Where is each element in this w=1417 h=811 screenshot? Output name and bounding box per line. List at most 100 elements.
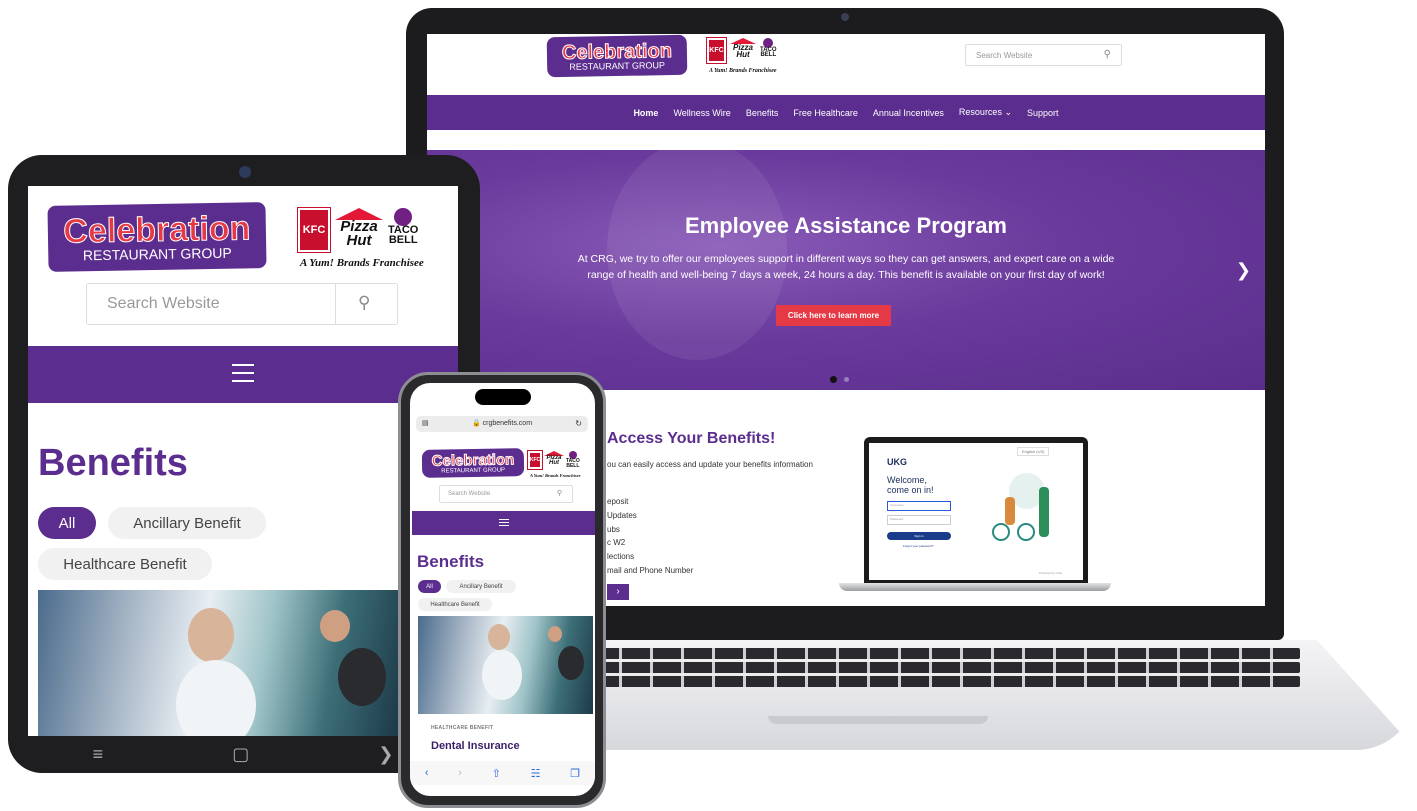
menu-icon[interactable]: ≡ xyxy=(93,744,104,765)
carousel-dot[interactable] xyxy=(844,377,849,382)
mobile-nav xyxy=(412,511,595,535)
search-icon[interactable]: ⚲ xyxy=(1104,49,1111,60)
hero-background-photo xyxy=(607,140,787,360)
back-icon[interactable]: ❯ xyxy=(378,744,393,765)
list-item: Updates xyxy=(607,510,637,520)
carousel-dot-active[interactable] xyxy=(830,376,837,383)
pizza-hut-logo: Pizza Hut xyxy=(544,451,564,467)
ukg-login-screen: UKG English (US) Welcome, come on in! Us… xyxy=(869,443,1083,580)
mobile-nav xyxy=(28,346,458,403)
nav-home[interactable]: Home xyxy=(633,108,658,118)
hamburger-menu-icon[interactable] xyxy=(232,364,254,382)
filter-chip-ancillary[interactable]: Ancillary Benefit xyxy=(108,507,266,539)
page-title: Benefits xyxy=(38,442,188,484)
search-input[interactable]: Search Website ⚲ xyxy=(965,44,1122,66)
list-item: c W2 xyxy=(607,538,626,548)
bookmarks-icon[interactable]: ☵ xyxy=(531,767,541,780)
browser-toolbar: ‹ › ⇧ ☵ ❐ xyxy=(410,761,595,785)
nav-wellness-wire[interactable]: Wellness Wire xyxy=(673,108,730,118)
site-header: Celebration RESTAURANT GROUP KFC Pizza H… xyxy=(427,34,1265,94)
ukg-laptop-base xyxy=(839,583,1111,591)
yum-brands-logos: KFC Pizza Hut TACO BELL xyxy=(706,37,777,64)
filter-chip-healthcare[interactable]: Healthcare Benefit xyxy=(38,548,212,580)
phone-screen: ▤ 🔒 crgbenefits.com ↻ Celebration RESTAU… xyxy=(410,383,595,796)
list-item: lections xyxy=(607,552,635,562)
franchisee-tagline: A Yum! Brands Franchisee xyxy=(530,473,581,478)
forgot-password-link[interactable]: Forgot your password? xyxy=(903,544,934,548)
franchisee-tagline: A Yum! Brands Franchisee xyxy=(709,68,777,74)
username-field[interactable]: Username xyxy=(887,501,951,511)
list-item: mail and Phone Number xyxy=(607,565,694,575)
search-input[interactable]: Search Website ⚲ xyxy=(439,485,573,503)
pizza-hut-logo: Pizza Hut xyxy=(730,38,756,59)
share-icon[interactable]: ⇧ xyxy=(492,767,501,780)
forward-icon[interactable]: › xyxy=(458,767,462,779)
laptop-keyboard xyxy=(560,648,1300,688)
hero-description: At CRG, we try to offer our employees su… xyxy=(577,253,1115,281)
password-field[interactable]: Password xyxy=(887,515,951,525)
home-icon[interactable]: ▢ xyxy=(232,744,249,765)
back-icon[interactable]: ‹ xyxy=(425,767,429,779)
access-more-button[interactable]: › xyxy=(607,584,629,600)
celebration-logo[interactable]: Celebration RESTAURANT GROUP xyxy=(546,34,688,78)
filter-chip-healthcare[interactable]: Healthcare Benefit xyxy=(418,598,492,611)
nav-free-healthcare[interactable]: Free Healthcare xyxy=(793,108,858,118)
language-select[interactable]: English (US) xyxy=(1017,447,1050,456)
tabs-icon[interactable]: ▤ xyxy=(422,416,429,432)
dental-benefit-image[interactable] xyxy=(38,590,398,736)
celebration-logo[interactable]: Celebration RESTAURANT GROUP xyxy=(47,202,267,272)
nav-annual-incentives[interactable]: Annual Incentives xyxy=(873,108,944,118)
tablet-camera xyxy=(239,166,251,178)
tablet-screen: Celebration RESTAURANT GROUP KFC Pizza H… xyxy=(28,186,458,736)
nav-support[interactable]: Support xyxy=(1027,108,1059,118)
reload-icon[interactable]: ↻ xyxy=(575,416,582,432)
ukg-illustration xyxy=(987,473,1067,553)
kfc-logo: KFC xyxy=(706,37,727,64)
filter-chip-all[interactable]: All xyxy=(418,580,441,593)
ukg-welcome: Welcome, come on in! xyxy=(887,475,934,495)
ukg-logo: UKG xyxy=(887,457,907,467)
main-nav: Home Wellness Wire Benefits Free Healthc… xyxy=(427,95,1265,130)
celebration-logo[interactable]: Celebration RESTAURANT GROUP xyxy=(421,448,525,478)
hamburger-menu-icon[interactable] xyxy=(499,519,509,527)
yum-brands-logos: KFC Pizza Hut TACO BELL xyxy=(527,450,580,470)
nav-resources[interactable]: Resources ⌄ xyxy=(959,107,1012,118)
access-benefits-title: Access Your Benefits! xyxy=(607,430,776,447)
access-benefits-list: eposit Updates ubs c W2 lections mail an… xyxy=(607,495,693,578)
powered-by: Powered by UKG xyxy=(1039,571,1063,575)
tablet-system-bar: ≡ ▢ ❯ xyxy=(28,740,458,768)
chevron-down-icon: ⌄ xyxy=(1004,107,1013,117)
franchisee-tagline: A Yum! Brands Franchisee xyxy=(300,257,424,269)
taco-bell-logo: TACO BELL xyxy=(388,208,418,246)
list-item: eposit xyxy=(607,497,629,506)
carousel-next-icon[interactable]: ❯ xyxy=(1236,260,1251,281)
dental-benefit-image[interactable] xyxy=(418,616,593,714)
yum-brands-logos: KFC Pizza Hut TACO BELL xyxy=(297,207,418,253)
taco-bell-logo: TACO BELL xyxy=(566,451,580,468)
card-title[interactable]: Dental Insurance xyxy=(431,740,520,752)
pizza-hut-logo: Pizza Hut xyxy=(335,208,383,247)
taco-bell-logo: TACO BELL xyxy=(760,38,777,59)
signin-button[interactable]: Sign in xyxy=(887,532,951,540)
card-category: HEALTHCARE BENEFIT xyxy=(431,725,494,731)
nav-benefits[interactable]: Benefits xyxy=(746,108,779,118)
learn-more-button[interactable]: Click here to learn more xyxy=(776,305,891,326)
tabs-icon[interactable]: ❐ xyxy=(570,767,580,780)
url-bar[interactable]: ▤ 🔒 crgbenefits.com ↻ xyxy=(416,416,588,432)
filter-chip-ancillary[interactable]: Ancillary Benefit xyxy=(446,580,516,593)
page-title: Benefits xyxy=(417,552,485,571)
laptop-camera xyxy=(841,13,849,21)
search-input[interactable]: Search Website ⚲ xyxy=(86,283,398,325)
filter-chip-all[interactable]: All xyxy=(38,507,96,539)
search-icon[interactable]: ⚲ xyxy=(358,293,370,313)
laptop-trackpad-lip xyxy=(768,716,988,724)
hero-carousel: Employee Assistance Program At CRG, we t… xyxy=(427,140,1265,390)
lock-icon: 🔒 xyxy=(471,420,481,427)
access-benefits-description: ou can easily access and update your ben… xyxy=(607,460,813,469)
list-item: ubs xyxy=(607,524,620,534)
kfc-logo: KFC xyxy=(297,207,331,253)
hero-title: Employee Assistance Program xyxy=(685,213,1007,238)
kfc-logo: KFC xyxy=(527,450,543,470)
phone-dynamic-island xyxy=(475,389,531,405)
search-icon[interactable]: ⚲ xyxy=(557,489,562,497)
